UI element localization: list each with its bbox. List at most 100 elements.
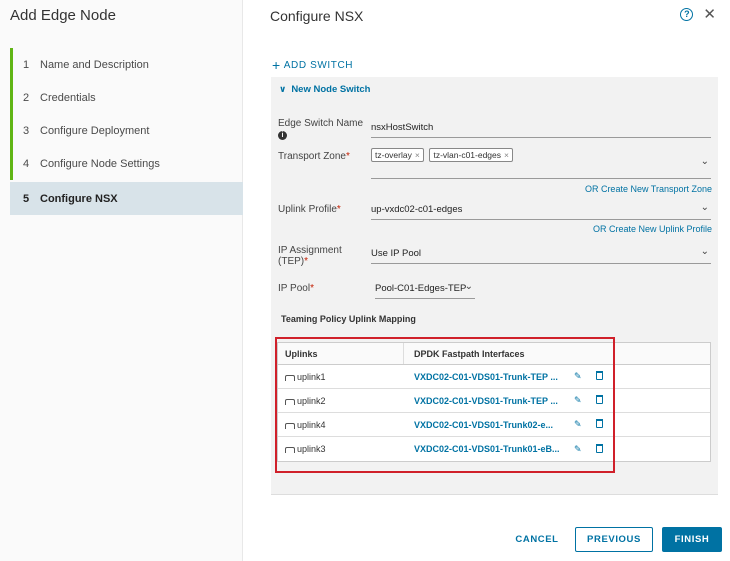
table-row: uplink1 VXDC02-C01-VDS01-Trunk-TEP ... ✎ xyxy=(278,365,710,389)
info-icon[interactable]: i xyxy=(278,131,287,140)
column-header-dpdk-interfaces: DPDK Fastpath Interfaces xyxy=(414,348,525,359)
interface-link[interactable]: VXDC02-C01-VDS01-Trunk01-eB... xyxy=(404,444,562,454)
step-configure-nsx[interactable]: 5 Configure NSX xyxy=(10,182,243,215)
required-marker: * xyxy=(336,204,341,215)
uplink-profile-label: Uplink Profile* xyxy=(278,204,341,215)
uplink-icon xyxy=(285,374,295,381)
header-icons: ? ✕ xyxy=(680,5,716,23)
step-label: Configure NSX xyxy=(40,192,118,205)
trash-icon[interactable] xyxy=(595,443,603,453)
wizard-title: Add Edge Node xyxy=(10,7,116,24)
node-switch-title: New Node Switch xyxy=(291,84,371,95)
edit-icon[interactable]: ✎ xyxy=(574,395,582,406)
table-row: uplink2 VXDC02-C01-VDS01-Trunk-TEP ... ✎ xyxy=(278,389,710,413)
table-header: Uplinks DPDK Fastpath Interfaces xyxy=(278,343,710,365)
previous-button[interactable]: PREVIOUS xyxy=(575,527,653,552)
ip-assignment-value: Use IP Pool xyxy=(371,248,421,259)
uplink-cell: uplink1 xyxy=(278,372,404,382)
ip-assignment-text: IP Assignment (TEP) xyxy=(278,245,342,267)
plus-icon: + xyxy=(272,57,281,73)
row-actions: ✎ xyxy=(574,371,603,382)
uplink-icon xyxy=(285,422,295,429)
uplink-profile-select[interactable]: up-vxdc02-c01-edges ⌄ xyxy=(371,202,711,220)
uplink-cell: uplink4 xyxy=(278,420,404,430)
tag-label: tz-vlan-c01-edges xyxy=(433,150,502,160)
transport-zone-tag: tz-overlay × xyxy=(371,148,424,162)
step-configure-deployment[interactable]: 3 Configure Deployment xyxy=(10,114,243,147)
step-number: 1 xyxy=(23,58,30,71)
uplink-profile-value: up-vxdc02-c01-edges xyxy=(371,204,463,215)
interface-link[interactable]: VXDC02-C01-VDS01-Trunk02-e... xyxy=(404,420,562,430)
page-title: Configure NSX xyxy=(270,8,364,24)
uplink-mapping-table: Uplinks DPDK Fastpath Interfaces uplink1… xyxy=(277,342,711,462)
chevron-down-icon: ⌄ xyxy=(700,156,709,167)
step-name-description[interactable]: 1 Name and Description xyxy=(10,48,243,81)
remove-tag-icon[interactable]: × xyxy=(504,150,509,160)
trash-icon[interactable] xyxy=(595,395,603,404)
transport-zone-text: Transport Zone xyxy=(278,151,346,162)
step-number: 5 xyxy=(23,192,30,205)
step-credentials[interactable]: 2 Credentials xyxy=(10,81,243,114)
transport-zone-tag: tz-vlan-c01-edges × xyxy=(429,148,513,162)
uplink-name: uplink4 xyxy=(297,419,326,430)
edge-switch-name-label: Edge Switch Name i xyxy=(278,118,368,140)
teaming-policy-title: Teaming Policy Uplink Mapping xyxy=(281,314,416,324)
table-row: uplink3 VXDC02-C01-VDS01-Trunk01-eB... ✎ xyxy=(278,437,710,461)
uplink-icon xyxy=(285,447,295,453)
edge-switch-name-text: Edge Switch Name xyxy=(278,118,364,129)
ip-assignment-label: IP Assignment (TEP)* xyxy=(278,245,358,267)
required-marker: * xyxy=(310,283,314,294)
uplink-name: uplink1 xyxy=(297,371,326,382)
node-switch-toggle[interactable]: ∨ New Node Switch xyxy=(279,84,371,95)
chevron-down-icon: ⌄ xyxy=(700,202,709,213)
interface-link[interactable]: VXDC02-C01-VDS01-Trunk-TEP ... xyxy=(404,396,562,406)
chevron-down-icon: ⌄ xyxy=(700,246,709,257)
edge-switch-name-input[interactable]: nsxHostSwitch xyxy=(371,122,711,138)
cancel-button[interactable]: CANCEL xyxy=(514,527,560,552)
step-number: 4 xyxy=(23,157,30,170)
step-configure-node-settings[interactable]: 4 Configure Node Settings xyxy=(10,147,243,180)
create-uplink-profile-link[interactable]: OR Create New Uplink Profile xyxy=(593,224,712,234)
step-label: Configure Node Settings xyxy=(40,157,160,170)
step-number: 3 xyxy=(23,124,30,137)
row-actions: ✎ xyxy=(574,419,603,430)
edit-icon[interactable]: ✎ xyxy=(574,419,582,430)
required-marker: * xyxy=(304,256,309,267)
remove-tag-icon[interactable]: × xyxy=(415,150,420,160)
step-label: Credentials xyxy=(40,91,96,104)
trash-icon[interactable] xyxy=(595,371,603,380)
help-circle-icon[interactable]: ? xyxy=(680,7,694,21)
step-label: Name and Description xyxy=(40,58,149,71)
content-pane: Configure NSX ? ✕ + ADD SWITCH ∨ New Nod… xyxy=(244,0,730,561)
uplink-name: uplink2 xyxy=(297,395,326,406)
wizard-steps: 1 Name and Description 2 Credentials 3 C… xyxy=(10,48,243,215)
interface-link[interactable]: VXDC02-C01-VDS01-Trunk-TEP ... xyxy=(404,372,562,382)
transport-zone-label: Transport Zone* xyxy=(278,151,350,162)
close-icon[interactable]: ✕ xyxy=(703,5,716,23)
ip-pool-select[interactable]: Pool-C01-Edges-TEP ⌄ xyxy=(375,281,475,299)
table-row: uplink4 VXDC02-C01-VDS01-Trunk02-e... ✎ xyxy=(278,413,710,437)
uplink-cell: uplink3 xyxy=(278,444,404,454)
column-header-uplinks: Uplinks xyxy=(278,343,404,364)
chevron-down-icon: ⌄ xyxy=(464,281,473,292)
row-actions: ✎ xyxy=(574,395,603,406)
edit-icon[interactable]: ✎ xyxy=(574,444,582,455)
chevron-down-icon: ∨ xyxy=(279,84,287,94)
row-actions: ✎ xyxy=(574,443,603,455)
trash-icon[interactable] xyxy=(595,419,603,428)
ip-assignment-select[interactable]: Use IP Pool ⌄ xyxy=(371,246,711,264)
add-switch-button[interactable]: + ADD SWITCH xyxy=(272,57,353,73)
required-marker: * xyxy=(346,151,350,162)
node-switch-panel: ∨ New Node Switch Edge Switch Name i nsx… xyxy=(271,77,718,495)
create-transport-zone-link[interactable]: OR Create New Transport Zone xyxy=(585,184,712,194)
uplink-icon xyxy=(285,398,295,405)
edit-icon[interactable]: ✎ xyxy=(574,371,582,382)
ip-pool-value: Pool-C01-Edges-TEP xyxy=(375,283,467,294)
uplink-profile-text: Uplink Profile xyxy=(278,204,337,215)
step-number: 2 xyxy=(23,91,30,104)
step-label: Configure Deployment xyxy=(40,124,150,137)
finish-button[interactable]: FINISH xyxy=(662,527,722,552)
uplink-name: uplink3 xyxy=(297,444,326,454)
transport-zone-select[interactable]: tz-overlay × tz-vlan-c01-edges × ⌄ xyxy=(371,148,711,179)
ip-pool-text: IP Pool xyxy=(278,283,311,294)
